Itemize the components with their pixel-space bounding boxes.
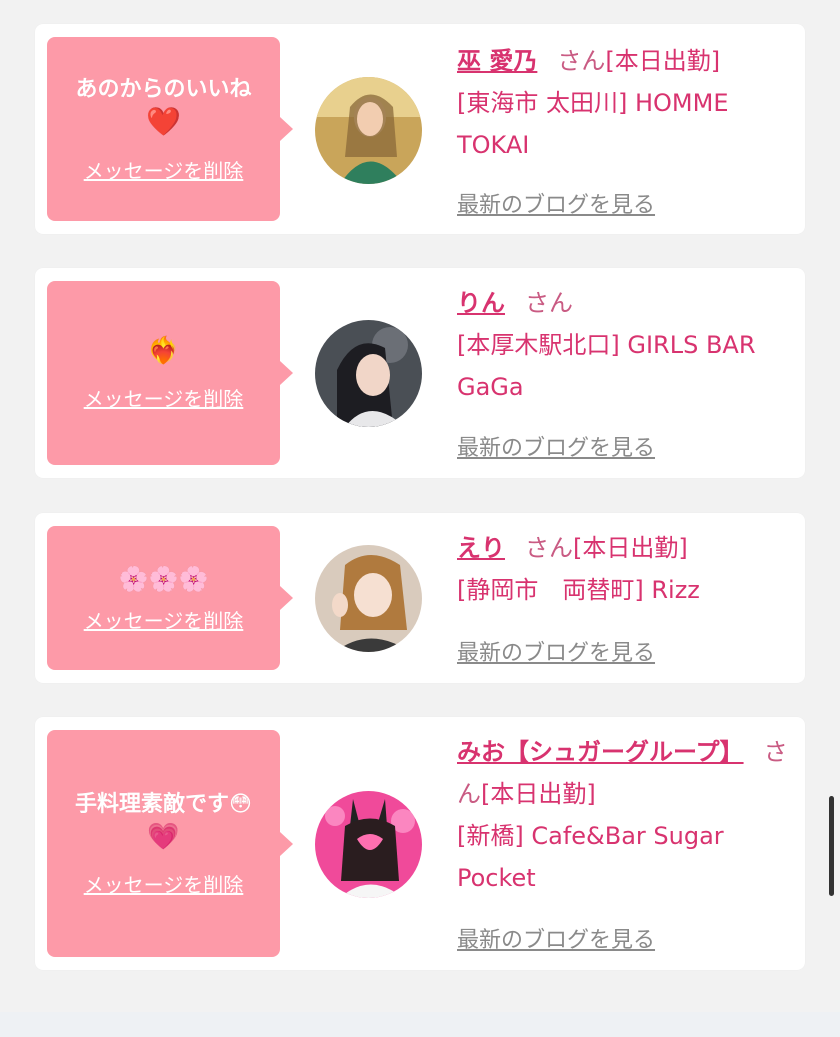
heart-on-fire-emoji: ❤️‍🔥 [147,335,180,366]
message-card: 🌸🌸🌸 メッセージを削除 えり さん[本日出勤] [静岡市 両替町] Rizz 最… [35,513,805,683]
message-card: あのからのいいね ❤️ メッセージを削除 巫 愛乃 さん[本日出勤] [東海市 太… [35,24,805,234]
honorific: さん [525,289,573,317]
status-badge: [本日出勤] [481,780,596,808]
latest-blog-link[interactable]: 最新のブログを見る [457,635,655,667]
cherry-blossom-emoji: 🌸🌸🌸 [118,564,209,593]
delete-message-link[interactable]: メッセージを削除 [84,605,244,634]
delete-message-link[interactable]: メッセージを削除 [84,155,244,184]
status-badge: [本日出勤] [605,47,721,75]
latest-blog-link[interactable]: 最新のブログを見る [457,187,655,219]
message-bubble: ❤️‍🔥 メッセージを削除 [47,281,293,465]
profile-name-link[interactable]: 巫 愛乃 [457,47,537,75]
scrollbar[interactable] [829,796,834,896]
bottom-toolbar-edge [0,1012,840,1037]
delete-message-link[interactable]: メッセージを削除 [84,869,244,898]
shop-location: [静岡市 両替町] Rizz [457,576,700,604]
message-text: 🌸🌸🌸 [111,563,217,597]
profile-name-link[interactable]: りん [457,289,505,317]
profile-name-link[interactable]: えり [457,534,505,562]
pink-heart-emoji: 💗 [147,822,180,852]
message-card: 手料理素敵です😳 💗 メッセージを削除 みお【シュガーグループ】 さん[本日出勤]… [35,717,805,970]
latest-blog-link[interactable]: 最新のブログを見る [457,922,655,954]
profile-info: みお【シュガーグループ】 さん[本日出勤] [新橋] Cafe&Bar Sugar… [457,731,797,899]
message-card: ❤️‍🔥 メッセージを削除 りん さん [本厚木駅北口] GIRLS BAR Ga… [35,268,805,478]
message-text: あのからのいいね ❤️ [75,77,252,138]
honorific: さん [525,534,573,562]
message-bubble: 手料理素敵です😳 💗 メッセージを削除 [47,730,293,957]
avatar[interactable] [315,545,422,652]
delete-message-link[interactable]: メッセージを削除 [84,383,244,412]
avatar[interactable] [315,77,422,184]
shop-location: [新橋] Cafe&Bar Sugar Pocket [457,822,724,892]
profile-info: 巫 愛乃 さん[本日出勤] [東海市 太田川] HOMME TOKAI [457,40,797,166]
profile-info: えり さん[本日出勤] [静岡市 両替町] Rizz [457,527,797,611]
message-text: ❤️‍🔥 [139,335,187,369]
latest-blog-link[interactable]: 最新のブログを見る [457,430,655,462]
status-badge: [本日出勤] [573,534,688,562]
message-bubble: あのからのいいね ❤️ メッセージを削除 [47,37,293,221]
message-bubble: 🌸🌸🌸 メッセージを削除 [47,526,293,670]
shop-location: [本厚木駅北口] GIRLS BAR GaGa [457,331,756,401]
shop-location: [東海市 太田川] HOMME TOKAI [457,89,729,159]
avatar[interactable] [315,791,422,898]
honorific: さん [557,47,606,75]
heart-emoji: ❤️ [146,105,181,138]
profile-info: りん さん [本厚木駅北口] GIRLS BAR GaGa [457,282,797,408]
avatar[interactable] [315,320,422,427]
profile-name-link[interactable]: みお【シュガーグループ】 [457,738,744,766]
message-text: 手料理素敵です😳 💗 [75,792,252,852]
